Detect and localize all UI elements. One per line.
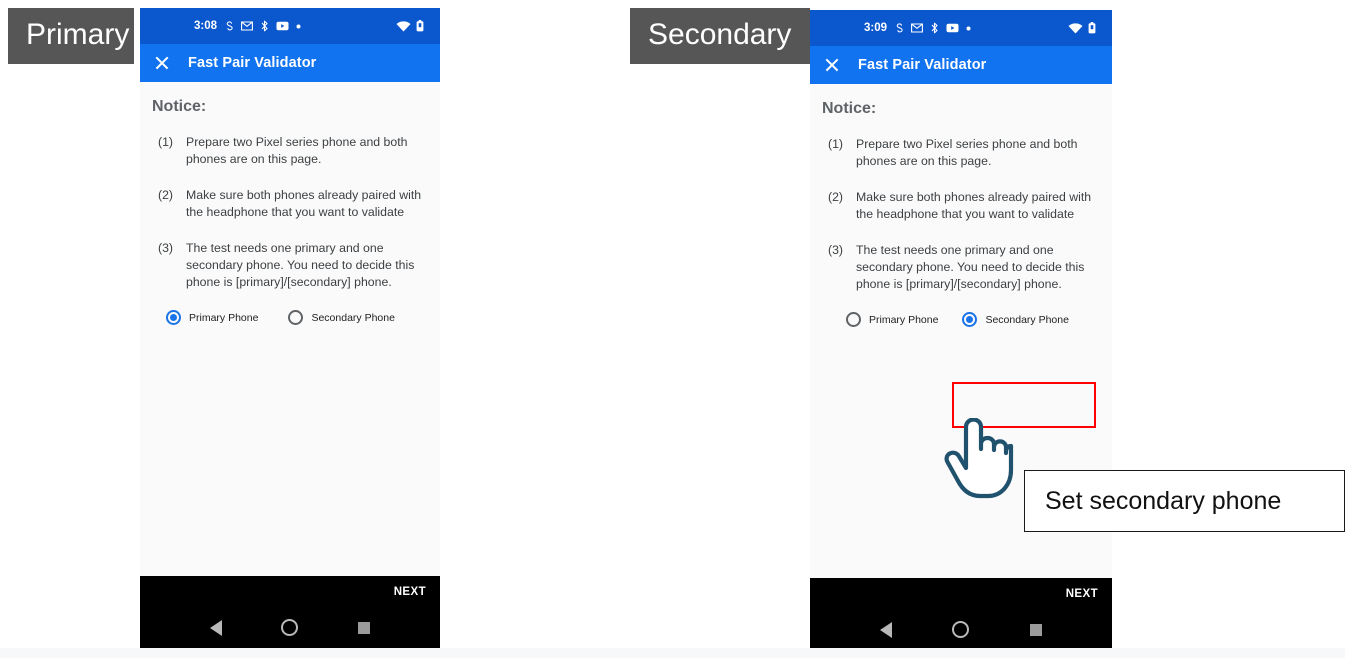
radio-indicator-secondary-phone[interactable] — [962, 312, 978, 327]
step-number: (3) — [828, 243, 844, 257]
panel-label-secondary: Secondary — [630, 8, 810, 64]
bluetooth-share-icon — [260, 20, 269, 32]
list-item: (3) The test needs one primary and one s… — [158, 240, 424, 291]
status-bar-left-secondary: 3:09 — [864, 22, 971, 34]
page-bottom-band — [0, 648, 1345, 658]
steps-list-secondary: (1) Prepare two Pixel series phone and b… — [810, 118, 1112, 293]
panel-label-primary-text: Primary — [26, 18, 130, 51]
status-bar-clock: 3:08 — [194, 20, 218, 32]
radio-option-primary-phone[interactable]: Primary Phone — [166, 310, 258, 325]
nav-bar-secondary: NEXT — [810, 578, 1112, 652]
list-item: (2) Make sure both phones already paired… — [828, 189, 1096, 223]
step-text: Make sure both phones already paired wit… — [856, 190, 1092, 221]
notice-heading: Notice: — [152, 98, 207, 115]
step-number: (2) — [158, 188, 174, 202]
notice-heading: Notice: — [822, 100, 877, 117]
recents-icon[interactable] — [358, 621, 371, 634]
close-icon[interactable] — [824, 57, 840, 73]
app-title: Fast Pair Validator — [858, 57, 987, 73]
next-button[interactable]: NEXT — [1066, 588, 1098, 600]
wallet-icon — [224, 20, 234, 32]
back-icon[interactable] — [209, 619, 222, 636]
radio-label-primary-phone: Primary Phone — [189, 311, 259, 324]
next-button[interactable]: NEXT — [394, 586, 426, 598]
gmail-icon — [911, 23, 923, 33]
app-title: Fast Pair Validator — [188, 55, 317, 71]
list-item: (1) Prepare two Pixel series phone and b… — [828, 136, 1096, 170]
radio-indicator-primary-phone[interactable] — [166, 310, 181, 325]
step-number: (1) — [828, 137, 844, 151]
radio-group-secondary: Primary Phone Secondary Phone — [810, 312, 1112, 327]
callout-text: Set secondary phone — [1045, 486, 1282, 515]
recents-icon[interactable] — [1029, 623, 1042, 636]
step-number: (3) — [158, 241, 174, 255]
home-icon[interactable] — [281, 619, 299, 636]
youtube-icon — [276, 21, 289, 31]
status-bar-clock: 3:09 — [864, 22, 888, 34]
android-nav-icons-primary — [140, 619, 440, 636]
android-nav-icons-secondary — [810, 621, 1112, 638]
step-text: Prepare two Pixel series phone and both … — [186, 135, 408, 166]
gmail-icon — [241, 21, 253, 31]
back-icon[interactable] — [880, 621, 893, 638]
step-text: Prepare two Pixel series phone and both … — [856, 137, 1078, 168]
steps-list-primary: (1) Prepare two Pixel series phone and b… — [140, 116, 440, 291]
bluetooth-share-icon — [930, 22, 939, 34]
battery-icon — [416, 20, 424, 32]
close-icon[interactable] — [154, 55, 170, 71]
radio-option-secondary-phone[interactable]: Secondary Phone — [962, 312, 1069, 327]
status-bar-right-primary — [396, 20, 424, 32]
list-item: (1) Prepare two Pixel series phone and b… — [158, 134, 424, 168]
radio-label-secondary-phone: Secondary Phone — [311, 311, 395, 324]
status-bar-secondary: 3:09 — [810, 10, 1112, 46]
radio-option-primary-phone[interactable]: Primary Phone — [846, 312, 938, 327]
home-icon[interactable] — [952, 621, 970, 638]
panel-label-primary: Primary — [8, 8, 134, 64]
screenshot-root: Primary 3:08 Fast Pair Validator Notice:… — [0, 0, 1345, 658]
radio-indicator-primary-phone[interactable] — [846, 312, 861, 327]
step-text: The test needs one primary and one secon… — [186, 241, 415, 289]
wallet-icon — [894, 22, 904, 34]
panel-label-secondary-text: Secondary — [648, 18, 792, 51]
battery-icon — [1088, 22, 1096, 34]
step-text: Make sure both phones already paired wit… — [186, 188, 422, 219]
step-text: The test needs one primary and one secon… — [856, 243, 1085, 291]
radio-option-secondary-phone[interactable]: Secondary Phone — [288, 310, 395, 325]
phone-primary: 3:08 Fast Pair Validator Notice: (1) Pre… — [140, 8, 440, 650]
radio-label-secondary-phone: Secondary Phone — [985, 313, 1069, 326]
phone-secondary: 3:09 Fast Pair Validator Notice: (1) Pre… — [810, 10, 1112, 652]
status-bar-left-primary: 3:08 — [194, 20, 301, 32]
content-area-primary: Notice: (1) Prepare two Pixel series pho… — [140, 82, 440, 576]
youtube-icon — [946, 23, 959, 33]
radio-indicator-secondary-phone[interactable] — [288, 310, 304, 325]
app-bar-secondary: Fast Pair Validator — [810, 46, 1112, 84]
radio-label-primary-phone: Primary Phone — [869, 313, 939, 326]
wifi-icon — [396, 20, 411, 32]
app-bar-primary: Fast Pair Validator — [140, 44, 440, 82]
wifi-icon — [1068, 22, 1083, 34]
radio-group-primary: Primary Phone Secondary Phone — [140, 310, 440, 325]
dot-icon — [296, 24, 301, 29]
callout-set-secondary-phone: Set secondary phone — [1024, 470, 1345, 532]
nav-bar-primary: NEXT — [140, 576, 440, 650]
list-item: (3) The test needs one primary and one s… — [828, 242, 1096, 293]
dot-icon — [966, 26, 971, 31]
step-number: (1) — [158, 135, 174, 149]
list-item: (2) Make sure both phones already paired… — [158, 187, 424, 221]
step-number: (2) — [828, 190, 844, 204]
status-bar-primary: 3:08 — [140, 8, 440, 44]
status-bar-right-secondary — [1068, 22, 1096, 34]
